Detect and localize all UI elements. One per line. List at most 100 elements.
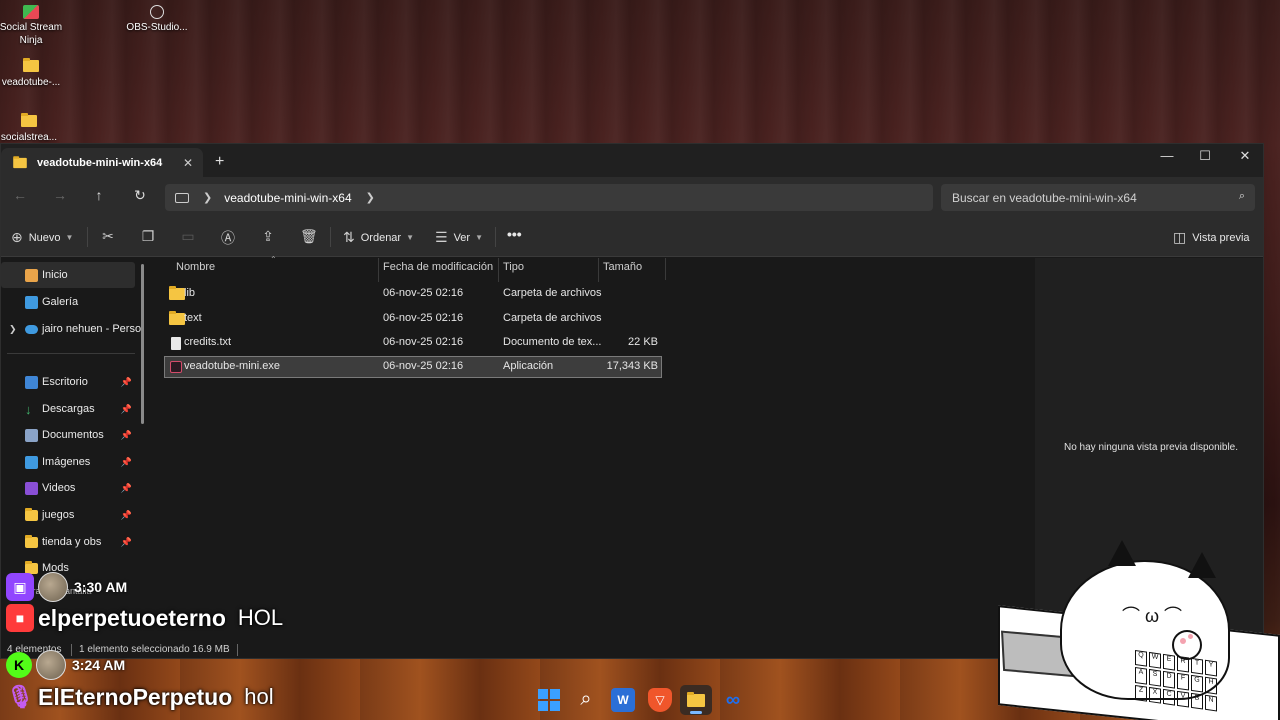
divider — [237, 644, 238, 656]
desktop-icon-label: veadotube-... — [1, 77, 61, 88]
chevron-down-icon: ▼ — [65, 233, 74, 242]
search-box[interactable]: Buscar en veadotube-mini-win-x64 ⌕ — [941, 184, 1255, 211]
new-button[interactable]: ⊕ Nuevo ▼ — [11, 229, 73, 246]
desktop-icon-socialstream-folder[interactable]: socialstrea... — [0, 113, 64, 144]
sidebar-item-juegos[interactable]: juegos 📌 — [1, 502, 135, 528]
folder-icon — [25, 534, 38, 548]
tab-veadotube[interactable]: veadotube-mini-win-x64 ✕ — [1, 148, 203, 177]
copy-icon[interactable]: ❐ — [140, 228, 156, 244]
view-button[interactable]: ☰ Ver ▼ — [435, 229, 483, 246]
new-label: Nuevo — [28, 231, 61, 244]
paw-pad — [1188, 634, 1193, 639]
keyboard-key: Y — [1205, 659, 1217, 677]
windows-start-icon[interactable] — [537, 688, 561, 712]
pin-icon[interactable]: 📌 — [121, 430, 132, 441]
file-name: text — [184, 312, 202, 324]
sidebar-item-galeria[interactable]: Galería — [1, 289, 135, 315]
column-header-modified[interactable]: Fecha de modificación — [378, 258, 498, 282]
sort-button[interactable]: ⇅ Ordenar ▼ — [343, 229, 414, 246]
sidebar-item-label: Galería — [42, 296, 79, 308]
pin-icon[interactable]: 📌 — [121, 510, 132, 521]
chat-timestamp: 3:24 AM — [72, 657, 126, 673]
up-button[interactable]: ↑ — [89, 187, 109, 203]
search-input[interactable]: Buscar en veadotube-mini-win-x64 — [952, 191, 1137, 205]
sidebar-item-tienda-y-obs[interactable]: tienda y obs 📌 — [1, 529, 135, 555]
chevron-right-icon[interactable]: ❯ — [9, 324, 17, 335]
cut-icon[interactable]: ✂ — [100, 228, 116, 244]
file-row-lib[interactable]: lib 06-nov-25 02:16 Carpeta de archivos — [164, 283, 662, 305]
chevron-down-icon: ▼ — [475, 233, 483, 242]
word-icon[interactable]: W — [611, 688, 635, 712]
text-file-icon — [171, 337, 181, 350]
command-bar: ⊕ Nuevo ▼ ✂ ❐ ▭ Ⓐ ⇪ 🗑 ⇅ Ordenar ▼ ☰ Ver … — [1, 217, 1263, 257]
sidebar-scrollbar[interactable] — [141, 264, 144, 424]
pin-icon[interactable]: 📌 — [121, 404, 132, 415]
desktop-icon-obs-studio[interactable]: OBS-Studio... — [122, 5, 192, 34]
title-bar: veadotube-mini-win-x64 ✕ + — ☐ ✕ — [1, 144, 1263, 177]
file-row-text[interactable]: text 06-nov-25 02:16 Carpeta de archivos — [164, 308, 662, 330]
breadcrumb[interactable]: veadotube-mini-win-x64 — [224, 191, 351, 205]
sidebar-item-descargas[interactable]: ↓ Descargas 📌 — [1, 396, 135, 422]
close-tab-icon[interactable]: ✕ — [173, 156, 203, 170]
address-bar[interactable]: ❯ veadotube-mini-win-x64 ❯ — [165, 184, 933, 211]
back-button[interactable]: ← — [10, 187, 30, 203]
pin-icon[interactable]: 📌 — [121, 457, 132, 468]
column-header-size[interactable]: Tamaño — [598, 258, 666, 282]
keyboard-key: W — [1149, 651, 1161, 669]
pin-icon[interactable]: 📌 — [121, 483, 132, 494]
divider — [7, 353, 135, 354]
divider — [87, 227, 88, 247]
file-row-credits[interactable]: credits.txt 06-nov-25 02:16 Documento de… — [164, 332, 662, 354]
twitch-icon: ▣ — [6, 573, 34, 601]
rename-icon[interactable]: Ⓐ — [220, 228, 236, 246]
file-modified: 06-nov-25 02:16 — [383, 360, 464, 372]
new-tab-button[interactable]: + — [215, 153, 224, 171]
preview-empty-message: No hay ninguna vista previa disponible. — [1064, 442, 1238, 453]
desktop-icon-social-stream-ninja[interactable]: Social Stream Ninja — [0, 5, 66, 47]
gallery-icon — [25, 295, 38, 309]
chevron-right-icon[interactable]: ❯ — [203, 191, 212, 204]
meta-icon[interactable]: ∞ — [721, 688, 745, 712]
close-window-button[interactable]: ✕ — [1225, 148, 1265, 164]
chevron-right-icon[interactable]: ❯ — [366, 191, 375, 204]
this-pc-icon — [175, 192, 189, 203]
sidebar-item-escritorio[interactable]: Escritorio 📌 — [1, 369, 135, 395]
chat-text: hol — [244, 684, 274, 709]
folder-icon — [23, 58, 39, 74]
pin-icon[interactable]: 📌 — [121, 537, 132, 548]
brave-icon[interactable]: ▽ — [648, 688, 672, 712]
keyboard-key: F — [1177, 673, 1189, 691]
sidebar-item-documentos[interactable]: Documentos 📌 — [1, 422, 135, 448]
file-explorer-taskbar-button[interactable] — [680, 685, 712, 715]
preview-pane-button[interactable]: ◫ Vista previa — [1173, 229, 1250, 246]
share-icon[interactable]: ⇪ — [260, 228, 276, 244]
more-options-button[interactable]: ••• — [507, 226, 522, 242]
file-type: Documento de tex... — [503, 336, 602, 348]
pin-icon[interactable]: 📌 — [121, 377, 132, 388]
sidebar-item-onedrive[interactable]: ❯ jairo nehuen - Person — [1, 316, 143, 342]
minimize-button[interactable]: — — [1147, 148, 1187, 163]
column-header-type[interactable]: Tipo — [498, 258, 598, 282]
sort-ascending-icon: ⌃ — [270, 255, 277, 264]
search-icon[interactable]: ⌕ — [574, 688, 598, 712]
delete-icon[interactable]: 🗑 — [300, 228, 318, 244]
file-row-veadotube-exe[interactable]: veadotube-mini.exe 06-nov-25 02:16 Aplic… — [164, 356, 662, 378]
home-icon — [25, 268, 38, 282]
sidebar-item-label: Inicio — [42, 269, 68, 281]
chat-username: ElEternoPerpetuo — [38, 683, 233, 710]
keyboard-key: G — [1191, 675, 1203, 693]
keyboard-key: B — [1191, 692, 1203, 710]
refresh-button[interactable]: ↻ — [130, 187, 150, 204]
sidebar-item-imagenes[interactable]: Imágenes 📌 — [1, 449, 135, 475]
sidebar-item-videos[interactable]: Videos 📌 — [1, 475, 135, 501]
sidebar-item-inicio[interactable]: Inicio — [1, 262, 135, 288]
paste-icon[interactable]: ▭ — [180, 228, 196, 244]
maximize-button[interactable]: ☐ — [1185, 148, 1225, 164]
forward-button[interactable]: → — [50, 187, 70, 203]
chat-message: 🎙 ElEternoPerpetuo hol — [6, 683, 274, 711]
divider — [495, 227, 496, 247]
file-name: credits.txt — [184, 336, 232, 348]
desktop-icon-veadotube-folder[interactable]: veadotube-... — [0, 58, 66, 89]
sidebar-item-label: juegos — [42, 509, 75, 521]
keyboard-key: E — [1163, 653, 1175, 671]
